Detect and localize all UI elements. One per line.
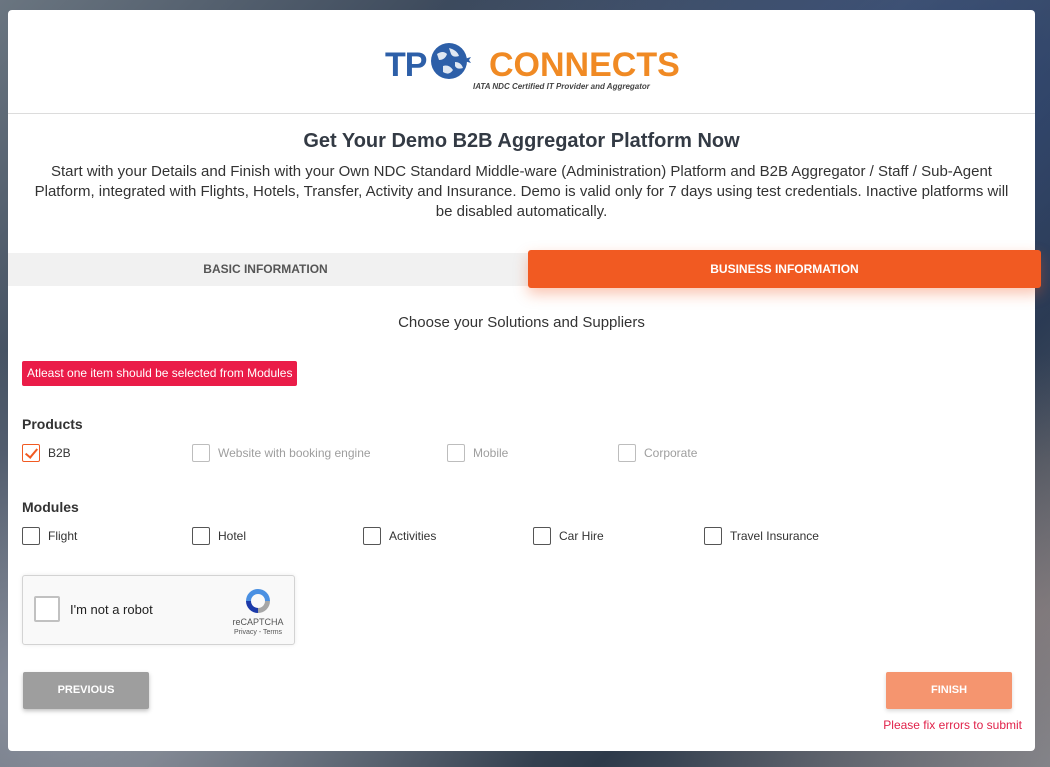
checkbox-icon[interactable] (533, 527, 551, 545)
product-corporate-checkbox[interactable]: Corporate (618, 444, 697, 462)
logo-tp-text: TP (385, 46, 427, 84)
tpconnects-logo: TP CONNECTS IATA NDC Certified IT Provid… (385, 40, 680, 96)
recaptcha-brand: reCAPTCHA (232, 617, 284, 627)
checkbox-icon[interactable] (192, 527, 210, 545)
modules-heading: Modules (22, 499, 79, 515)
module-hotel-checkbox[interactable]: Hotel (192, 527, 246, 545)
checkbox-disabled-icon[interactable] (618, 444, 636, 462)
fix-errors-message: Please fix errors to submit (883, 718, 1022, 732)
checkbox-icon[interactable] (363, 527, 381, 545)
checkbox-checked-icon[interactable] (22, 444, 40, 462)
product-b2b-checkbox[interactable]: B2B (22, 444, 71, 462)
module-activities-checkbox[interactable]: Activities (363, 527, 436, 545)
previous-button[interactable]: PREVIOUS (23, 672, 149, 709)
module-travel-insurance-checkbox[interactable]: Travel Insurance (704, 527, 819, 545)
recaptcha-label: I'm not a robot (70, 602, 153, 617)
recaptcha-widget: I'm not a robot reCAPTCHA Privacy - Term… (22, 575, 295, 645)
modules-error-badge: Atleast one item should be selected from… (22, 361, 298, 386)
section-subtitle: Choose your Solutions and Suppliers (398, 314, 645, 331)
step-tabs: BASIC INFORMATION BUSINESS INFORMATION (8, 250, 1041, 288)
checkbox-icon[interactable] (22, 527, 40, 545)
product-website-label: Website with booking engine (218, 446, 371, 460)
tab-business-information[interactable]: BUSINESS INFORMATION (528, 250, 1041, 288)
recaptcha-logo-icon (246, 589, 270, 613)
product-mobile-checkbox[interactable]: Mobile (447, 444, 508, 462)
module-activities-label: Activities (389, 529, 437, 543)
module-travel-insurance-label: Travel Insurance (730, 529, 819, 543)
product-mobile-label: Mobile (473, 446, 509, 460)
globe-plane-icon (431, 43, 471, 79)
products-row: B2B Website with booking engine Mobile C… (22, 444, 1022, 464)
module-car-hire-checkbox[interactable]: Car Hire (533, 527, 604, 545)
logo-connects-text: CONNECTS (489, 46, 680, 84)
checkbox-icon[interactable] (704, 527, 722, 545)
logo-tagline: IATA NDC Certified IT Provider and Aggre… (473, 82, 650, 91)
checkbox-disabled-icon[interactable] (447, 444, 465, 462)
tab-basic-information[interactable]: BASIC INFORMATION (8, 253, 523, 286)
module-car-hire-label: Car Hire (559, 529, 604, 543)
recaptcha-privacy-terms[interactable]: Privacy - Terms (228, 629, 288, 636)
products-heading: Products (22, 416, 83, 432)
module-hotel-label: Hotel (218, 529, 247, 543)
finish-button[interactable]: FINISH (886, 672, 1012, 709)
header: TP CONNECTS IATA NDC Certified IT Provid… (8, 10, 1035, 114)
module-flight-label: Flight (48, 529, 78, 543)
product-website-checkbox[interactable]: Website with booking engine (192, 444, 371, 462)
product-corporate-label: Corporate (644, 446, 698, 460)
recaptcha-checkbox[interactable] (34, 596, 60, 622)
page-description: Start with your Details and Finish with … (34, 163, 1009, 220)
page-title: Get Your Demo B2B Aggregator Platform No… (303, 130, 740, 152)
modules-row: Flight Hotel Activities Car Hire Travel … (22, 527, 1022, 547)
module-flight-checkbox[interactable]: Flight (22, 527, 77, 545)
product-b2b-label: B2B (48, 446, 71, 460)
demo-form-card: TP CONNECTS IATA NDC Certified IT Provid… (8, 10, 1041, 751)
checkbox-disabled-icon[interactable] (192, 444, 210, 462)
